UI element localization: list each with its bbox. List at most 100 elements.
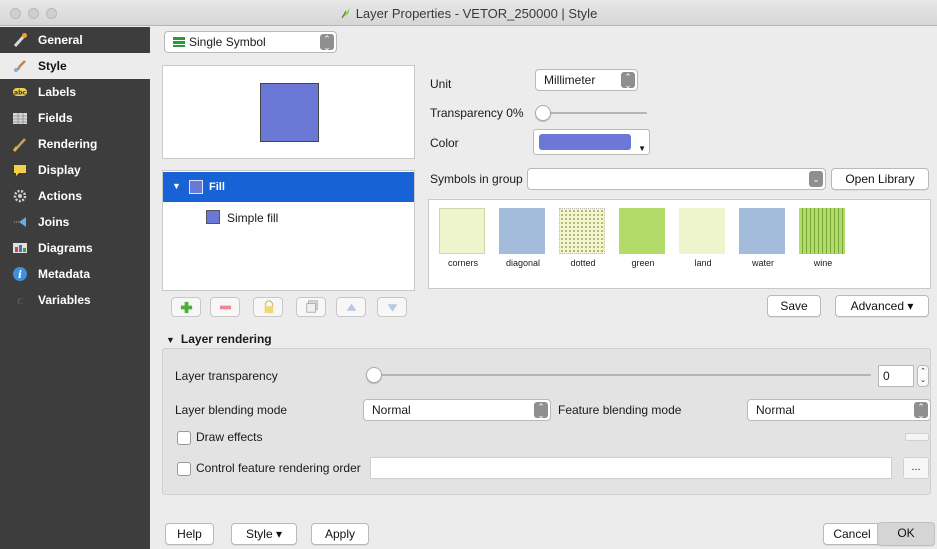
move-up-button[interactable]	[336, 297, 366, 317]
slider-track	[366, 374, 871, 376]
speech-bubble-icon	[14, 165, 26, 176]
swatch-label: diagonal	[505, 258, 541, 268]
slider-handle[interactable]	[366, 367, 382, 383]
duplicate-symbol-layer-button[interactable]	[296, 297, 326, 317]
transparency-label: Transparency 0%	[430, 106, 524, 120]
expand-triangle-icon[interactable]: ▼	[172, 181, 181, 191]
sidebar-item-label: Style	[38, 59, 67, 73]
add-symbol-layer-button[interactable]	[171, 297, 201, 317]
symbol-library: corners diagonal dotted green land water…	[428, 199, 931, 289]
wrench-icon	[13, 33, 27, 48]
tree-item-label: Simple fill	[227, 211, 279, 225]
transparency-slider[interactable]	[535, 105, 647, 121]
rendering-order-edit-button[interactable]: ...	[903, 457, 929, 479]
layer-transparency-spinbox[interactable]: 0	[878, 365, 914, 387]
gear-icon	[13, 189, 27, 203]
svg-text:ε: ε	[17, 294, 24, 307]
style-menu-button[interactable]: Style ▾	[231, 523, 297, 545]
save-symbol-button[interactable]: Save	[767, 295, 821, 317]
duplicate-icon	[306, 300, 318, 313]
color-button-swatch	[539, 134, 631, 150]
sidebar-item-metadata[interactable]: i Metadata	[0, 261, 150, 287]
color-button[interactable]: ▼	[533, 129, 650, 155]
swatch-label: dotted	[570, 258, 596, 268]
feature-blending-select[interactable]: Normal ⌃ ⌄	[747, 399, 931, 421]
layer-transparency-slider[interactable]	[366, 367, 871, 383]
sidebar-item-label: Rendering	[38, 137, 98, 151]
symbol-swatch-land[interactable]: land	[679, 208, 727, 268]
arrow-down-icon	[387, 304, 398, 312]
symbol-group-select[interactable]: ⌄	[527, 168, 826, 190]
labels-icon: abc	[13, 88, 27, 97]
layer-blending-value: Normal	[372, 403, 411, 417]
section-title: Layer rendering	[180, 332, 272, 346]
sidebar-item-label: Actions	[38, 189, 83, 203]
sidebar-item-label: Joins	[38, 215, 70, 229]
sidebar-item-fields[interactable]: Fields	[0, 105, 150, 131]
color-dropdown-icon: ▼	[638, 144, 646, 153]
apply-button[interactable]: Apply	[311, 523, 369, 545]
symbol-swatch-wine[interactable]: wine	[799, 208, 847, 268]
open-library-button[interactable]: Open Library	[831, 168, 929, 190]
swatch-preview	[799, 208, 845, 254]
feature-blending-label: Feature blending mode	[558, 403, 682, 417]
unit-select[interactable]: Millimeter ⌃ ⌄	[535, 69, 638, 91]
sidebar-item-labels[interactable]: abc Labels	[0, 79, 150, 105]
draw-effects-checkbox[interactable]	[177, 431, 191, 445]
sidebar-item-label: Labels	[38, 85, 77, 99]
sidebar-item-style[interactable]: Style	[0, 53, 150, 79]
symbol-swatch-corners[interactable]: corners	[439, 208, 487, 268]
svg-text:abc: abc	[14, 90, 26, 97]
swatch-preview	[739, 208, 785, 254]
layer-rendering-header[interactable]: ▼ Layer rendering	[166, 332, 272, 346]
sidebar-item-display[interactable]: Display	[0, 157, 150, 183]
select-arrows-icon: ⌃ ⌄	[914, 402, 928, 420]
sidebar-item-label: Metadata	[38, 267, 91, 281]
tree-item-fill[interactable]: ▼ Fill	[163, 172, 414, 202]
plus-icon	[180, 301, 193, 314]
renderer-select-value: Single Symbol	[189, 35, 266, 49]
cancel-button[interactable]: Cancel	[823, 523, 881, 545]
layer-transparency-label: Layer transparency	[175, 369, 278, 383]
advanced-button[interactable]: Advanced ▾	[835, 295, 929, 317]
layer-blending-select[interactable]: Normal ⌃ ⌄	[363, 399, 551, 421]
ok-button[interactable]: OK	[877, 522, 935, 546]
spinbox-value: 0	[883, 369, 890, 383]
layer-rendering-group: Layer transparency 0 ⌃ ⌄ Layer blending m…	[162, 348, 931, 495]
rendering-order-field[interactable]	[370, 457, 892, 479]
remove-symbol-layer-button[interactable]	[210, 297, 240, 317]
help-button[interactable]: Help	[165, 523, 214, 545]
minus-icon	[219, 305, 232, 310]
swatch-label: water	[751, 258, 774, 268]
sidebar-item-diagrams[interactable]: Diagrams	[0, 235, 150, 261]
info-icon: i	[13, 267, 27, 281]
paint-brush-icon	[14, 60, 26, 73]
swatch-preview	[559, 208, 605, 254]
swatch-preview	[619, 208, 665, 254]
unit-label: Unit	[430, 77, 452, 91]
sidebar-item-actions[interactable]: Actions	[0, 183, 150, 209]
unit-select-value: Millimeter	[544, 73, 596, 87]
sidebar-item-variables[interactable]: ε Variables	[0, 287, 150, 313]
lock-icon	[264, 300, 274, 314]
spinbox-stepper[interactable]: ⌃ ⌄	[917, 365, 929, 387]
symbols-group-label: Symbols in group	[430, 172, 523, 186]
lock-symbol-layer-button[interactable]	[253, 297, 283, 317]
symbol-swatch-diagonal[interactable]: diagonal	[499, 208, 547, 268]
arrow-up-icon	[346, 303, 357, 311]
select-arrows-icon: ⌃ ⌄	[534, 402, 548, 420]
sidebar-item-general[interactable]: General	[0, 27, 150, 53]
swatch-label: wine	[813, 258, 833, 268]
tree-item-simple-fill[interactable]: Simple fill	[163, 209, 414, 229]
symbol-swatch-dotted[interactable]: dotted	[559, 208, 607, 268]
sidebar-item-rendering[interactable]: Rendering	[0, 131, 150, 157]
renderer-select[interactable]: Single Symbol ⌃ ⌄	[164, 31, 337, 53]
move-down-button[interactable]	[377, 297, 407, 317]
control-rendering-order-checkbox[interactable]	[177, 462, 191, 476]
effects-settings-button[interactable]	[905, 433, 929, 441]
symbol-swatch-green[interactable]: green	[619, 208, 667, 268]
sidebar-item-joins[interactable]: Joins	[0, 209, 150, 235]
symbol-preview	[162, 65, 415, 159]
symbol-swatch-water[interactable]: water	[739, 208, 787, 268]
slider-handle[interactable]	[535, 105, 551, 121]
